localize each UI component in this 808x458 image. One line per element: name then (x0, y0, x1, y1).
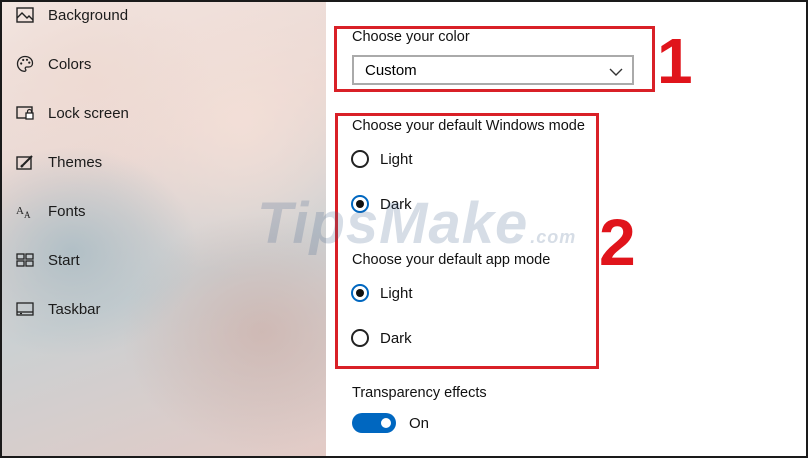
annotation-box-1 (334, 26, 655, 92)
svg-text:A: A (16, 205, 24, 217)
sidebar-item-label: Fonts (48, 202, 86, 220)
image-icon (14, 6, 36, 24)
taskbar-icon (14, 300, 36, 318)
svg-text:A: A (24, 210, 31, 219)
sidebar-item-label: Themes (48, 153, 103, 171)
sidebar-item-label: Taskbar (48, 300, 101, 318)
sidebar-item-lock-screen[interactable]: Lock screen (14, 100, 129, 126)
sidebar-item-taskbar[interactable]: Taskbar (14, 296, 101, 322)
sidebar: Background Colors Lock screen Themes AA … (2, 2, 326, 456)
annotation-number-2: 2 (599, 205, 636, 279)
sidebar-item-themes[interactable]: Themes (14, 149, 102, 175)
fonts-icon: AA (14, 202, 36, 220)
sidebar-item-label: Lock screen (48, 104, 129, 122)
sidebar-item-label: Background (48, 6, 129, 24)
sidebar-item-background[interactable]: Background (14, 2, 128, 28)
transparency-heading: Transparency effects (352, 385, 487, 401)
window-frame: Background Colors Lock screen Themes AA … (0, 0, 808, 458)
annotation-number-1: 1 (657, 25, 693, 97)
sidebar-item-start[interactable]: Start (14, 247, 80, 273)
palette-icon (14, 55, 36, 73)
transparency-state: On (409, 415, 430, 432)
sidebar-item-label: Colors (48, 55, 92, 73)
sidebar-item-label: Start (48, 251, 80, 269)
annotation-box-2 (335, 113, 599, 369)
sidebar-item-colors[interactable]: Colors (14, 51, 91, 77)
start-icon (14, 251, 36, 269)
lock-screen-icon (14, 104, 36, 122)
sidebar-item-fonts[interactable]: AA Fonts (14, 198, 86, 224)
themes-icon (14, 153, 36, 171)
transparency-toggle[interactable] (352, 413, 396, 433)
